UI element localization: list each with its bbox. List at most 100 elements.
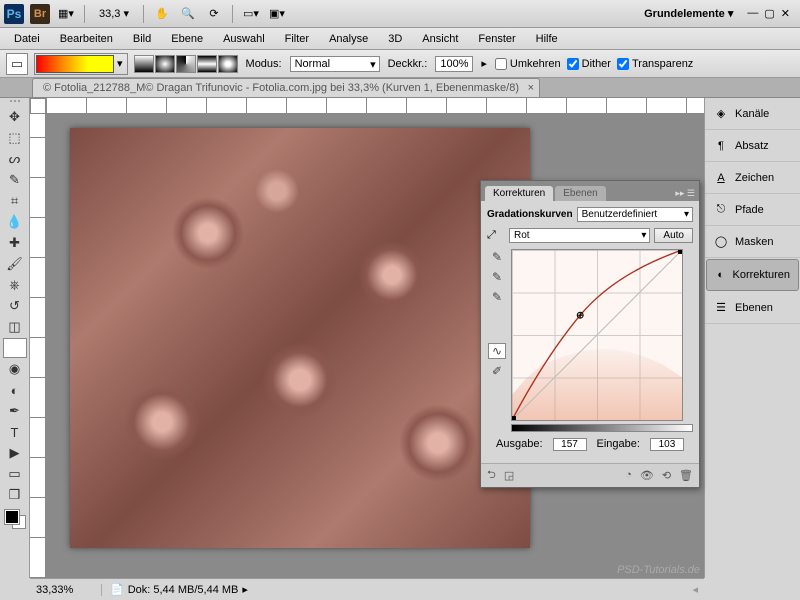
- curve-pencil-tool[interactable]: ✐: [488, 363, 506, 379]
- screen-mode-icon[interactable]: ▣▾: [267, 4, 287, 24]
- panel-korrekturen[interactable]: ◐Korrekturen: [706, 259, 799, 291]
- menu-3d[interactable]: 3D: [380, 30, 410, 48]
- marquee-tool[interactable]: ⬚: [3, 128, 27, 148]
- shape-tool[interactable]: ▭: [3, 464, 27, 484]
- photoshop-icon[interactable]: Ps: [4, 4, 24, 24]
- maximize-icon[interactable]: ▢: [764, 7, 774, 20]
- input-input[interactable]: [650, 438, 684, 451]
- panel-pfade[interactable]: ⎋Pfade: [705, 194, 800, 226]
- collapse-icon[interactable]: ▸▸ ☰: [671, 186, 699, 201]
- diamond-gradient-icon[interactable]: [218, 55, 238, 73]
- paragraph-icon: ¶: [713, 139, 729, 153]
- minimize-icon[interactable]: —: [747, 7, 758, 20]
- dodge-tool[interactable]: ◐: [3, 380, 27, 400]
- tab-korrekturen[interactable]: Korrekturen: [485, 186, 553, 201]
- status-zoom[interactable]: 33,33%: [30, 584, 102, 596]
- zoom-display[interactable]: 33,3 ▾: [93, 7, 135, 20]
- target-adjust-icon[interactable]: ⤢: [487, 229, 505, 242]
- visibility-icon[interactable]: 👁: [640, 469, 654, 482]
- curves-panel[interactable]: Korrekturen Ebenen ▸▸ ☰ Gradationskurven…: [480, 180, 700, 488]
- panel-ebenen[interactable]: ☰Ebenen: [705, 292, 800, 324]
- color-swatches[interactable]: [3, 508, 27, 530]
- menu-datei[interactable]: Datei: [6, 30, 48, 48]
- white-eyedropper-icon[interactable]: ✎: [488, 289, 506, 305]
- panel-zeichen[interactable]: AZeichen: [705, 162, 800, 194]
- menu-bearbeiten[interactable]: Bearbeiten: [52, 30, 121, 48]
- dither-checkbox[interactable]: Dither: [567, 58, 611, 70]
- curves-title: Gradationskurven: [487, 209, 573, 220]
- ruler-horizontal[interactable]: [46, 98, 704, 114]
- close-tab-icon[interactable]: ×: [528, 82, 534, 94]
- quick-select-tool[interactable]: ✎: [3, 170, 27, 190]
- path-select-tool[interactable]: ▶: [3, 443, 27, 463]
- mode-select[interactable]: Normal▾: [290, 56, 380, 72]
- auto-button[interactable]: Auto: [654, 228, 693, 243]
- reverse-checkbox[interactable]: Umkehren: [495, 58, 561, 70]
- zoom-tool-icon[interactable]: 🔍: [178, 4, 198, 24]
- move-tool[interactable]: ✥: [3, 107, 27, 127]
- arrange-docs-icon[interactable]: ▭▾: [241, 4, 261, 24]
- opacity-input[interactable]: [435, 56, 473, 72]
- healing-tool[interactable]: ✚: [3, 233, 27, 253]
- ruler-vertical[interactable]: [30, 114, 46, 578]
- lasso-tool[interactable]: ᔕ: [3, 149, 27, 169]
- eyedropper-tool[interactable]: 💧: [3, 212, 27, 232]
- reflected-gradient-icon[interactable]: [197, 55, 217, 73]
- curve-graph[interactable]: [511, 249, 683, 421]
- mode-label: Modus:: [244, 58, 284, 70]
- scroll-left-icon[interactable]: ◂: [686, 583, 704, 596]
- menu-bild[interactable]: Bild: [125, 30, 159, 48]
- reset-icon[interactable]: ⟲: [662, 469, 671, 482]
- gray-eyedropper-icon[interactable]: ✎: [488, 269, 506, 285]
- stamp-tool[interactable]: ⎈: [3, 275, 27, 295]
- preset-dropdown[interactable]: Benutzerdefiniert: [577, 207, 693, 222]
- active-tool-icon[interactable]: ▭: [6, 53, 28, 75]
- bridge-icon[interactable]: Br: [30, 4, 50, 24]
- crop-tool[interactable]: ⌗: [3, 191, 27, 211]
- clip-icon[interactable]: ◔: [625, 469, 632, 482]
- angle-gradient-icon[interactable]: [176, 55, 196, 73]
- input-gradient-bar[interactable]: [511, 424, 693, 432]
- 3d-tool[interactable]: ❒: [3, 485, 27, 505]
- eraser-tool[interactable]: ◫: [3, 317, 27, 337]
- menu-fenster[interactable]: Fenster: [470, 30, 523, 48]
- transparency-checkbox[interactable]: Transparenz: [617, 58, 693, 70]
- type-tool[interactable]: T: [3, 422, 27, 442]
- hand-tool-icon[interactable]: ✋: [152, 4, 172, 24]
- workspace-dropdown[interactable]: Grundelemente ▾: [636, 7, 741, 20]
- menu-ansicht[interactable]: Ansicht: [414, 30, 466, 48]
- close-icon[interactable]: ✕: [781, 7, 790, 20]
- menu-filter[interactable]: Filter: [277, 30, 317, 48]
- menu-ebene[interactable]: Ebene: [163, 30, 211, 48]
- gradient-tool[interactable]: [3, 338, 27, 358]
- document-canvas[interactable]: [70, 128, 530, 548]
- layout-icon[interactable]: ▦▾: [56, 4, 76, 24]
- brush-tool[interactable]: 🖌: [3, 254, 27, 274]
- panel-masken[interactable]: ◯Masken: [705, 226, 800, 258]
- radial-gradient-icon[interactable]: [155, 55, 175, 73]
- curve-point-tool[interactable]: ∿: [488, 343, 506, 359]
- panel-absatz[interactable]: ¶Absatz: [705, 130, 800, 162]
- gradient-swatch[interactable]: [36, 55, 114, 73]
- status-doc-info[interactable]: 📄 Dok: 5,44 MB/5,44 MB ▸: [102, 583, 256, 596]
- menu-analyse[interactable]: Analyse: [321, 30, 376, 48]
- pen-tool[interactable]: ✒: [3, 401, 27, 421]
- expand-icon[interactable]: ◲: [504, 469, 514, 482]
- delete-icon[interactable]: 🗑: [679, 469, 693, 482]
- linear-gradient-icon[interactable]: [134, 55, 154, 73]
- back-icon[interactable]: ⮌: [487, 466, 496, 485]
- character-icon: A: [713, 171, 729, 185]
- panel-kanale[interactable]: ◈Kanäle: [705, 98, 800, 130]
- rotate-view-icon[interactable]: ⟳: [204, 4, 224, 24]
- document-tab[interactable]: © Fotolia_212788_M© Dragan Trifunovic - …: [32, 78, 540, 97]
- black-eyedropper-icon[interactable]: ✎: [488, 249, 506, 265]
- menu-auswahl[interactable]: Auswahl: [215, 30, 273, 48]
- options-bar: ▭ ▾ Modus: Normal▾ Deckkr.: ▸ Umkehren D…: [0, 50, 800, 78]
- output-input[interactable]: [553, 438, 587, 451]
- menu-hilfe[interactable]: Hilfe: [528, 30, 566, 48]
- tab-ebenen[interactable]: Ebenen: [555, 186, 605, 201]
- history-brush-tool[interactable]: ↺: [3, 296, 27, 316]
- blur-tool[interactable]: ◉: [3, 359, 27, 379]
- channel-dropdown[interactable]: Rot: [509, 228, 650, 243]
- ruler-corner[interactable]: [30, 98, 46, 114]
